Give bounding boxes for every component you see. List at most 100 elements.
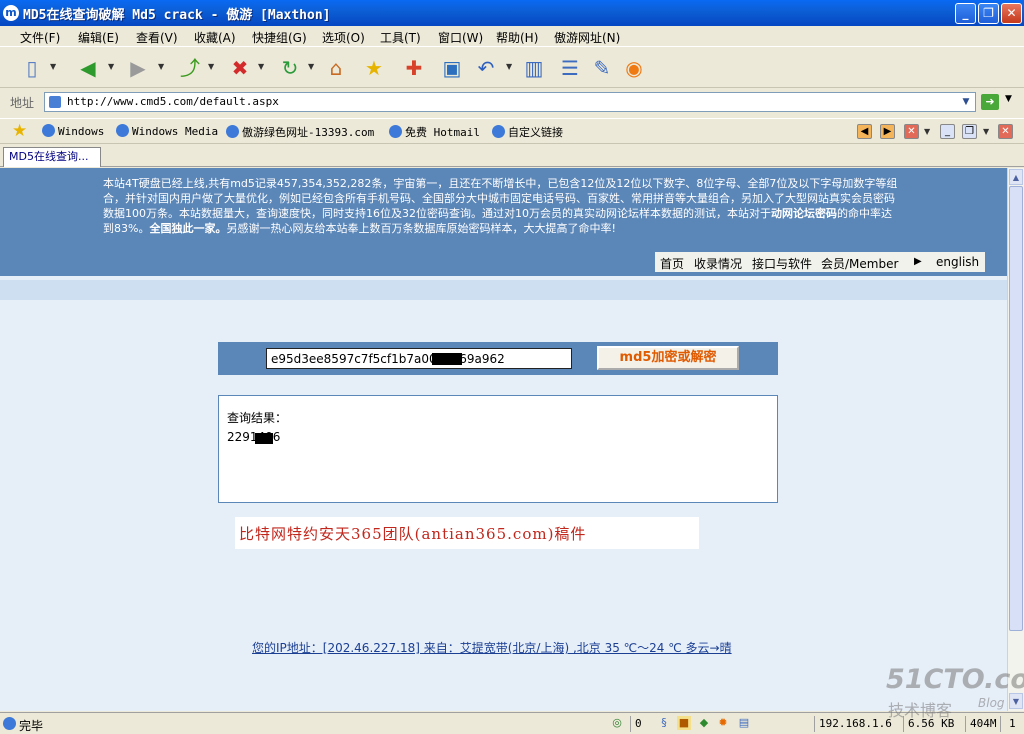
go-button[interactable]: ➜ <box>981 94 999 110</box>
menu-tools[interactable]: 工具(T) <box>380 29 421 46</box>
address-input[interactable]: http://www.cmd5.com/default.aspx ▼ <box>44 92 976 112</box>
nav-coverage[interactable]: 收录情况 <box>694 255 742 272</box>
restore-minimize-icon[interactable]: _ <box>940 124 955 139</box>
nav-english[interactable]: english <box>936 255 979 269</box>
undo-icon[interactable]: ↶ <box>472 54 500 82</box>
md5-input[interactable]: e95d3ee8597c7f5cf1b7a00e9069a962 <box>266 348 572 369</box>
window-dropdown-icon[interactable]: ▼ <box>983 127 991 136</box>
sync-icon[interactable]: § <box>657 716 671 730</box>
status-bar: 完毕 ◎ 0 § ■ ◆ ✹ ▤ 192.168.1.6 6.56 KB 404… <box>0 712 1024 734</box>
new-page-dropdown-icon[interactable]: ▼ <box>50 62 58 71</box>
tab-md5[interactable]: MD5在线查询... <box>3 147 101 167</box>
favorites-star-icon[interactable]: ★ <box>360 54 388 82</box>
scroll-thumb[interactable] <box>1009 186 1023 631</box>
translate-icon[interactable]: ✚ <box>400 54 428 82</box>
back-icon[interactable]: ◀ <box>74 54 102 82</box>
close-page-icon[interactable]: ✕ <box>998 124 1013 139</box>
forward-dropdown-icon[interactable]: ▼ <box>158 62 166 71</box>
prev-tab-icon[interactable]: ◀ <box>857 124 872 139</box>
undo-dropdown-icon[interactable]: ▼ <box>506 62 514 71</box>
menu-help[interactable]: 帮助(H) <box>496 29 538 46</box>
next-tab-icon[interactable]: ▶ <box>880 124 895 139</box>
up-icon[interactable]: ⤴ <box>176 54 204 82</box>
screenshot-icon[interactable]: ▣ <box>438 54 466 82</box>
link-maxthon-green[interactable]: 傲游绿色网址-13393.com <box>226 124 374 140</box>
popup-blocker-icon[interactable]: ◎ <box>610 716 624 730</box>
menu-edit[interactable]: 编辑(E) <box>78 29 119 46</box>
vertical-scrollbar[interactable]: ▲ ▼ <box>1007 168 1024 711</box>
link-label: 自定义链接 <box>508 126 563 139</box>
stop-dropdown-icon[interactable]: ▼ <box>258 62 266 71</box>
edit-icon[interactable]: ✎ <box>588 54 616 82</box>
up-dropdown-icon[interactable]: ▼ <box>208 62 216 71</box>
menu-groups[interactable]: 快捷组(G) <box>252 29 307 46</box>
site-banner: 本站4T硬盘已经上线,共有md5记录457,354,352,282条，宇宙第一，… <box>0 168 1007 276</box>
link-custom[interactable]: 自定义链接 <box>492 124 563 140</box>
status-text: 完毕 <box>19 719 44 733</box>
ie-page-icon <box>226 125 239 138</box>
scroll-down-icon[interactable]: ▼ <box>1009 693 1023 709</box>
stop-icon[interactable]: ✖ <box>226 54 254 82</box>
close-tab-icon[interactable]: ✕ <box>904 124 919 139</box>
menu-window[interactable]: 窗口(W) <box>438 29 483 46</box>
menu-file[interactable]: 文件(F) <box>20 29 60 46</box>
ie-page-icon <box>116 124 129 137</box>
minimize-button[interactable]: _ <box>955 3 976 24</box>
close-button[interactable]: ✕ <box>1001 3 1022 24</box>
menu-favorites[interactable]: 收藏(A) <box>194 29 236 46</box>
title-bar: m MD5在线查询破解 Md5 crack - 傲游 [Maxthon] _ ❐… <box>0 0 1024 26</box>
go-dropdown-icon[interactable]: ▼ <box>1005 94 1012 104</box>
ie-page-icon <box>389 125 402 138</box>
intro-part-3: 另感谢一热心网友给本站奉上数百万条数据库原始密码样本，大大提高了命中率! <box>226 222 616 235</box>
refresh-icon[interactable]: ↻ <box>276 54 304 82</box>
menu-options[interactable]: 选项(O) <box>322 29 365 46</box>
memory-usage: 404M <box>965 716 999 732</box>
scroll-up-icon[interactable]: ▲ <box>1009 169 1023 185</box>
forward-icon[interactable]: ▶ <box>124 54 152 82</box>
zoom-icon[interactable]: ▤ <box>737 716 751 730</box>
restore-window-icon[interactable]: ❐ <box>962 124 977 139</box>
menu-view[interactable]: 查看(V) <box>136 29 178 46</box>
link-label: Windows <box>58 125 105 138</box>
banner-stripe <box>0 280 1007 300</box>
maximize-button[interactable]: ❐ <box>978 3 999 24</box>
search-panel: e95d3ee8597c7f5cf1b7a00e9069a962 md5加密或解… <box>218 342 778 375</box>
link-windows[interactable]: Windows <box>42 124 104 138</box>
nav-api[interactable]: 接口与软件 <box>752 255 812 272</box>
list-icon[interactable]: ☰ <box>556 54 584 82</box>
intro-highlight-2: 全国独此一家。 <box>149 222 227 235</box>
result-box: 查询结果： 2291406 <box>218 395 778 503</box>
address-url[interactable]: http://www.cmd5.com/default.aspx <box>67 95 279 108</box>
tab-bar: MD5在线查询... <box>0 145 1024 167</box>
nav-home[interactable]: 首页 <box>660 255 684 272</box>
address-dropdown-icon[interactable]: ▼ <box>959 95 973 109</box>
home-icon[interactable]: ⌂ <box>322 54 350 82</box>
page-viewport: 本站4T硬盘已经上线,共有md5记录457,354,352,282条，宇宙第一，… <box>0 168 1007 711</box>
ip-location-link[interactable]: 您的IP地址：[202.46.227.18] 来自：艾提宽带(北京/上海) ,北… <box>252 639 732 656</box>
ie-page-icon <box>42 124 55 137</box>
links-star-icon[interactable]: ★ <box>12 121 27 141</box>
menu-maxthon-sites[interactable]: 傲游网址(N) <box>554 29 620 46</box>
site-nav: 首页 收录情况 接口与软件 会员/Member ▶ english <box>655 252 985 272</box>
menu-bar: 文件(F) 编辑(E) 查看(V) 收藏(A) 快捷组(G) 选项(O) 工具(… <box>0 26 1024 47</box>
close-tab-dropdown-icon[interactable]: ▼ <box>924 127 932 136</box>
md5-input-value: e95d3ee8597c7f5cf1b7a00e9069a962 <box>271 352 505 366</box>
new-page-icon[interactable]: ▯ <box>18 54 46 82</box>
nav-arrow-icon: ▶ <box>914 256 922 267</box>
link-label: 傲游绿色网址-13393.com <box>242 126 375 139</box>
settings-sun-icon[interactable]: ✹ <box>716 716 730 730</box>
ad-hunter-icon[interactable]: ■ <box>677 716 691 730</box>
link-hotmail[interactable]: 免费 Hotmail <box>389 124 480 140</box>
nav-member[interactable]: 会员/Member <box>821 255 898 272</box>
plugin-icon[interactable]: ◆ <box>697 716 711 730</box>
rss-icon[interactable]: ◉ <box>620 54 648 82</box>
site-intro-text: 本站4T硬盘已经上线,共有md5记录457,354,352,282条，宇宙第一，… <box>103 176 898 236</box>
back-dropdown-icon[interactable]: ▼ <box>108 62 116 71</box>
md5-decrypt-button[interactable]: md5加密或解密 <box>597 346 739 370</box>
page-favicon-icon <box>49 96 61 108</box>
credit-text: 比特网特约安天365团队(antian365.com)稿件 <box>239 525 587 543</box>
redaction-mark <box>432 353 462 365</box>
refresh-dropdown-icon[interactable]: ▼ <box>308 62 316 71</box>
columns-icon[interactable]: ▥ <box>520 54 548 82</box>
link-windows-media[interactable]: Windows Media <box>116 124 218 138</box>
